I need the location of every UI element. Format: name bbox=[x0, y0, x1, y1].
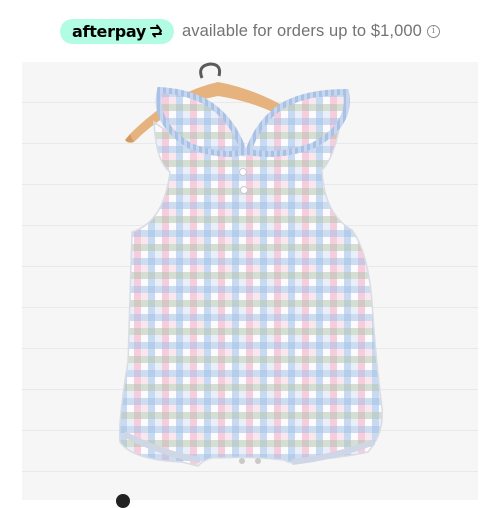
afterpay-logo[interactable]: afterpay bbox=[60, 18, 174, 44]
gingham-bubble-romper-image bbox=[118, 62, 383, 467]
afterpay-arrows-icon bbox=[149, 24, 162, 38]
carousel-indicator[interactable] bbox=[116, 494, 130, 508]
afterpay-message: available for orders up to $1,000 bbox=[181, 21, 422, 40]
romper bbox=[118, 120, 383, 467]
afterpay-banner: afterpay available for orders up to $1,0… bbox=[0, 18, 500, 44]
info-icon[interactable]: i bbox=[426, 24, 440, 38]
product-image[interactable] bbox=[22, 62, 478, 500]
afterpay-logo-text: afterpay bbox=[72, 21, 146, 41]
